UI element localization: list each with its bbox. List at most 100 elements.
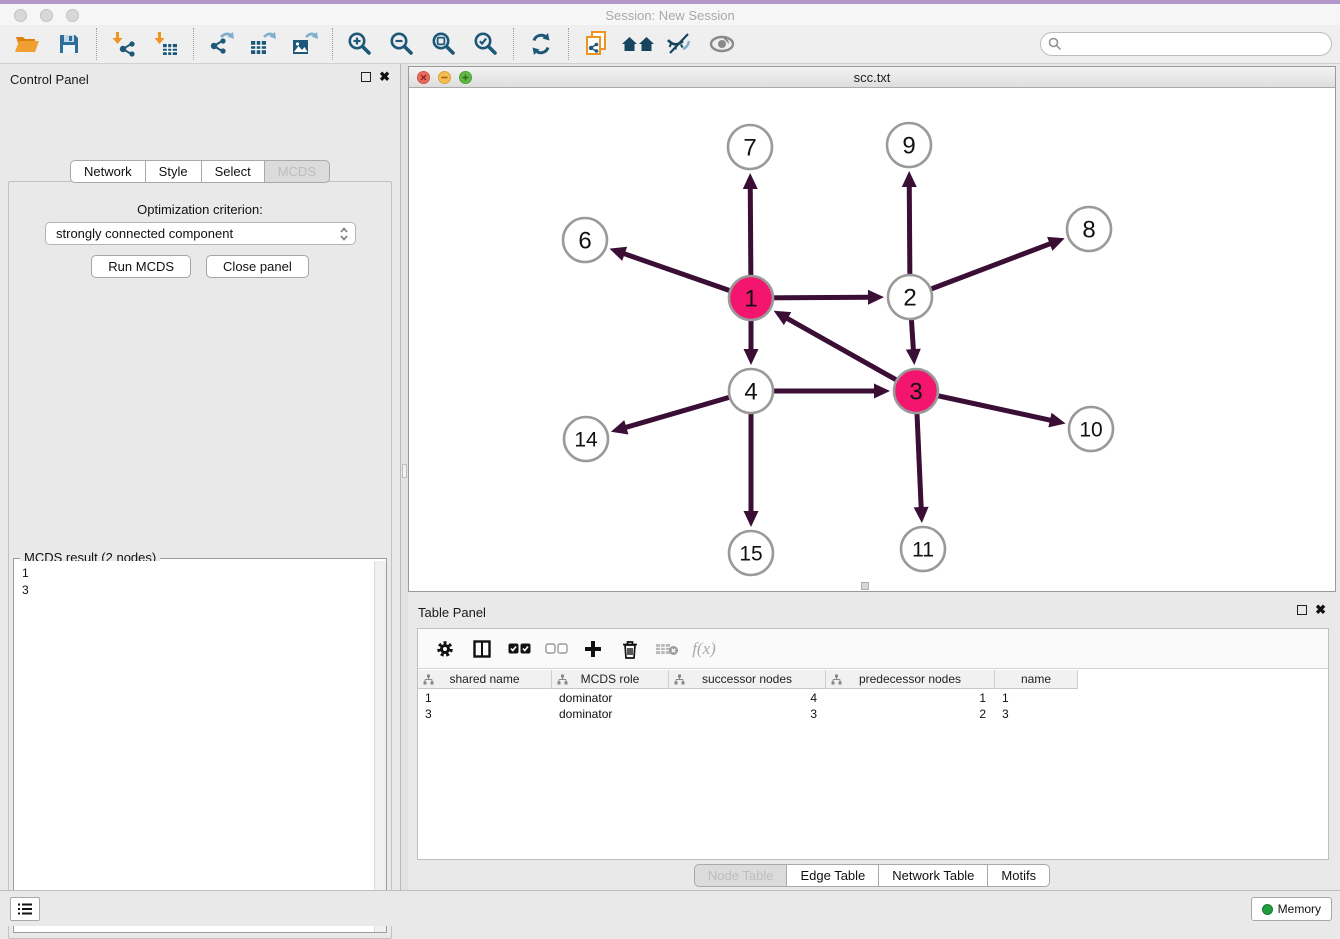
deselect-all-columns-icon[interactable] [541, 636, 571, 662]
hide-details-icon [666, 31, 694, 57]
panel-divider[interactable] [400, 64, 408, 890]
tab-network[interactable]: Network [70, 160, 146, 183]
memory-status-icon [1262, 904, 1273, 915]
function-builder-icon[interactable]: f(x) [689, 636, 719, 662]
search-input[interactable] [1040, 32, 1332, 56]
zoom-in-icon[interactable] [343, 29, 377, 59]
save-session-icon[interactable] [52, 29, 86, 59]
table-row[interactable]: 3 dominator 3 2 3 [418, 706, 1078, 722]
column-header-name[interactable]: name [995, 670, 1078, 689]
zoom-out-icon[interactable] [385, 29, 419, 59]
main-toolbar [0, 25, 1340, 64]
import-table-icon[interactable] [149, 29, 183, 59]
show-details-icon [707, 32, 737, 56]
task-history-button[interactable] [10, 897, 40, 921]
cell-shared-name[interactable]: 3 [418, 706, 552, 722]
split-panel-icon[interactable] [467, 636, 497, 662]
delete-table-icon[interactable] [652, 636, 682, 662]
mcds-result-text[interactable]: 1 3 [14, 561, 374, 932]
column-settings-icon[interactable] [430, 636, 460, 662]
split-pane-grip[interactable] [861, 582, 869, 590]
tab-network-table[interactable]: Network Table [878, 864, 988, 887]
column-header-predecessor-nodes[interactable]: predecessor nodes [826, 670, 995, 689]
cell-name[interactable]: 3 [995, 706, 1078, 722]
export-image-icon[interactable] [288, 29, 322, 59]
double-home-icon[interactable] [621, 29, 655, 59]
cell-name[interactable]: 1 [995, 690, 1078, 706]
cell-mcds-role[interactable]: dominator [552, 706, 669, 722]
column-label: successor nodes [702, 672, 792, 686]
control-panel-tabs: Network Style Select MCDS [0, 160, 400, 183]
zoom-selected-icon[interactable] [469, 29, 503, 59]
tab-edge-table[interactable]: Edge Table [786, 864, 879, 887]
cell-predecessor-nodes[interactable]: 1 [826, 690, 995, 706]
graph-edge-arrowhead [1048, 413, 1065, 428]
show-details-icon[interactable] [705, 29, 739, 59]
application-window: Session: New Session [0, 0, 1340, 926]
select-all-columns-icon[interactable] [504, 636, 534, 662]
clone-network-icon [583, 30, 609, 58]
tab-node-table[interactable]: Node Table [694, 864, 788, 887]
tab-select[interactable]: Select [201, 160, 265, 183]
open-file-icon[interactable] [10, 29, 44, 59]
export-image-icon [291, 31, 319, 57]
table-row[interactable]: 1 dominator 4 1 1 [418, 690, 1078, 706]
zoom-fit-icon[interactable] [427, 29, 461, 59]
column-label: MCDS role [581, 672, 640, 686]
export-table-icon[interactable] [246, 29, 280, 59]
delete-column-icon[interactable] [615, 636, 645, 662]
graph-node-label-3: 3 [909, 379, 922, 406]
network-window-titlebar[interactable]: scc.txt [409, 67, 1335, 88]
hierarchy-icon [674, 674, 685, 685]
zoom-out-icon [389, 31, 415, 57]
cell-mcds-role[interactable]: dominator [552, 690, 669, 706]
column-header-mcds-role[interactable]: MCDS role [552, 670, 669, 689]
graph-edge-arrowhead [874, 384, 890, 399]
graph-edge-arrowhead [610, 247, 628, 261]
run-mcds-button[interactable]: Run MCDS [91, 255, 191, 278]
result-scrollbar[interactable] [374, 561, 386, 932]
optimization-criterion-select[interactable]: strongly connected component [45, 222, 356, 245]
tab-motifs[interactable]: Motifs [987, 864, 1050, 887]
network-canvas[interactable]: 1234678910111415 [409, 88, 1335, 591]
table-panel: Table Panel ✖ [408, 597, 1336, 888]
hide-details-icon[interactable] [663, 29, 697, 59]
export-network-icon[interactable] [204, 29, 238, 59]
graph-edge-arrowhead [744, 349, 759, 365]
float-panel-icon[interactable] [361, 72, 371, 82]
search-field-wrap [1040, 32, 1332, 56]
close-panel-button[interactable]: Close panel [206, 255, 309, 278]
network-window-title: scc.txt [409, 70, 1335, 85]
apply-layout-icon[interactable] [524, 29, 558, 59]
toolbar-separator [513, 28, 514, 60]
import-table-icon [153, 31, 179, 57]
control-panel: Control Panel ✖ Network Style Select MCD… [0, 64, 400, 890]
cell-shared-name[interactable]: 1 [418, 690, 552, 706]
graph-edge-arrowhead [906, 349, 921, 365]
import-network-icon[interactable] [107, 29, 141, 59]
column-header-successor-nodes[interactable]: successor nodes [669, 670, 826, 689]
column-label: predecessor nodes [859, 672, 961, 686]
tab-style[interactable]: Style [145, 160, 202, 183]
graph-node-label-9: 9 [902, 133, 915, 160]
close-panel-icon[interactable]: ✖ [379, 72, 390, 82]
divider-grip[interactable] [402, 464, 407, 478]
add-column-icon[interactable] [578, 636, 608, 662]
graph-node-label-7: 7 [743, 135, 756, 162]
delete-table-icon [655, 642, 679, 656]
column-label: shared name [449, 672, 519, 686]
cell-predecessor-nodes[interactable]: 2 [826, 706, 995, 722]
close-table-panel-icon[interactable]: ✖ [1315, 605, 1326, 615]
column-label: name [1021, 672, 1051, 686]
tab-mcds[interactable]: MCDS [264, 160, 330, 183]
column-settings-icon [436, 640, 454, 658]
memory-button[interactable]: Memory [1251, 897, 1332, 921]
column-header-shared-name[interactable]: shared name [418, 670, 552, 689]
network-view-window: scc.txt 1234678910111415 [408, 66, 1336, 592]
optimization-criterion-value: strongly connected component [56, 226, 233, 241]
float-table-panel-icon[interactable] [1297, 605, 1307, 615]
clone-network-icon[interactable] [579, 29, 613, 59]
cell-successor-nodes[interactable]: 4 [669, 690, 826, 706]
cell-successor-nodes[interactable]: 3 [669, 706, 826, 722]
graph-node-label-4: 4 [744, 379, 757, 406]
